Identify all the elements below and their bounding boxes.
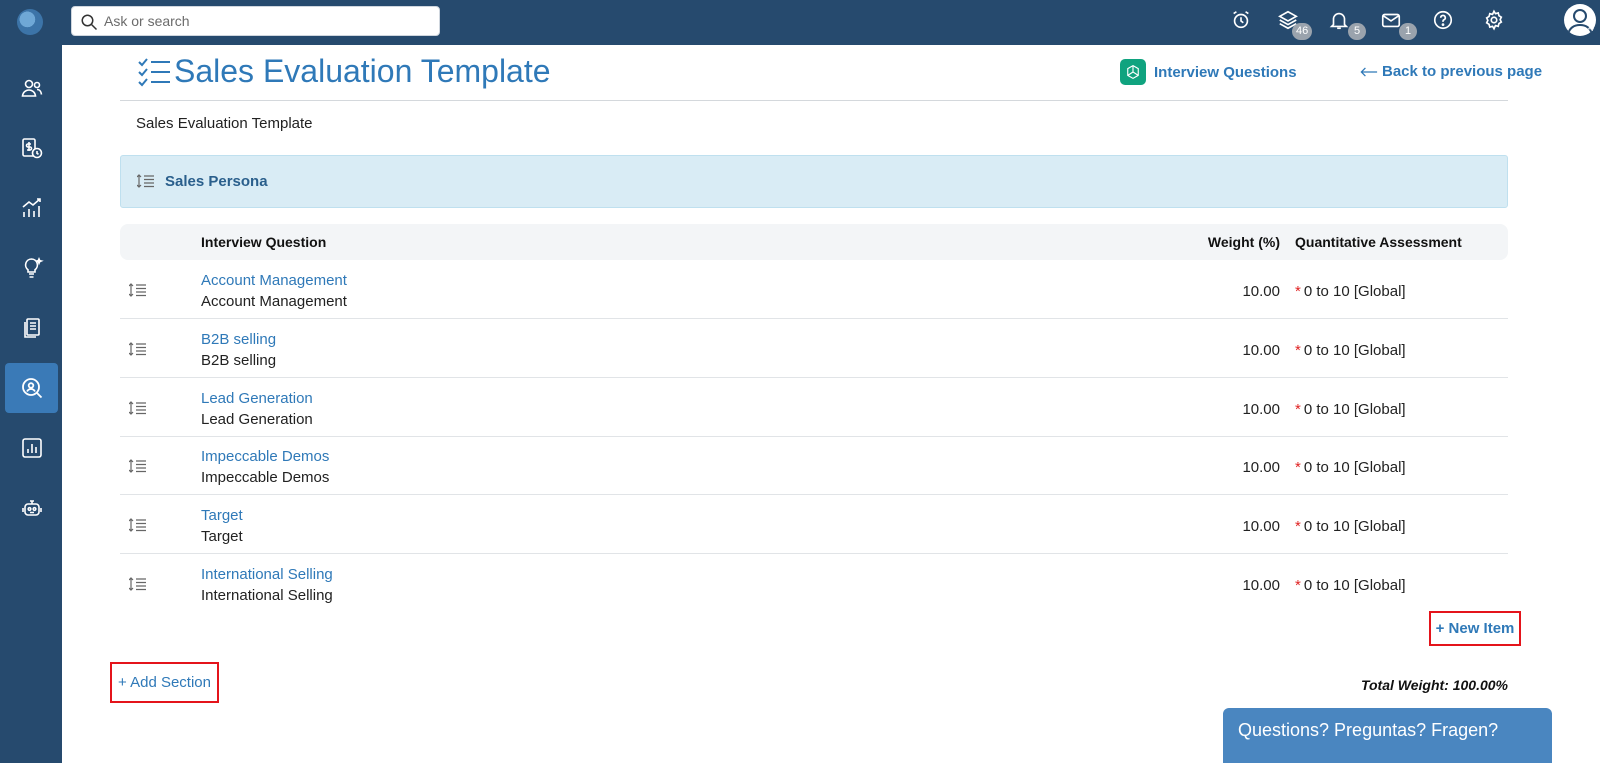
drag-handle-icon[interactable] bbox=[128, 459, 147, 478]
drag-handle-icon[interactable] bbox=[128, 401, 147, 420]
assessment-scale: 0 to 10 [Global] bbox=[1303, 342, 1406, 359]
assessment-scale: 0 to 10 [Global] bbox=[1303, 459, 1406, 476]
checklist-icon bbox=[138, 58, 170, 87]
sidebar-item-reports[interactable] bbox=[5, 423, 58, 473]
main-content: Sales Evaluation Template Interview Ques… bbox=[62, 45, 1600, 763]
back-to-previous-page-link[interactable]: Back to previous page bbox=[1360, 63, 1542, 80]
question-assessment: * 0 to 10 [Global] bbox=[1295, 283, 1406, 300]
assessment-scale: 0 to 10 [Global] bbox=[1303, 577, 1406, 594]
bar-chart-trend-icon bbox=[21, 198, 41, 217]
question-title-link[interactable]: Account Management bbox=[201, 272, 347, 289]
search-input[interactable] bbox=[104, 9, 424, 33]
drag-handle-icon[interactable] bbox=[136, 174, 155, 193]
layers-count-badge: 46 bbox=[1292, 23, 1313, 40]
question-title-link[interactable]: Target bbox=[201, 507, 243, 524]
drag-handle-icon[interactable] bbox=[128, 577, 147, 596]
sidebar-item-ideas[interactable] bbox=[5, 243, 58, 293]
section-name: Sales Persona bbox=[165, 173, 268, 190]
arrow-left-icon bbox=[1360, 67, 1378, 76]
table-row: Account Management Account Management 10… bbox=[120, 260, 1508, 319]
app-logo[interactable] bbox=[17, 9, 43, 35]
drag-handle-icon[interactable] bbox=[128, 342, 147, 361]
avatar-badge: 4 bbox=[1588, 22, 1595, 34]
openai-icon bbox=[1120, 59, 1146, 85]
required-marker: * bbox=[1295, 283, 1301, 300]
question-title-link[interactable]: International Selling bbox=[201, 566, 333, 583]
required-marker: * bbox=[1295, 459, 1301, 476]
question-description: International Selling bbox=[201, 587, 333, 604]
page-title: Sales Evaluation Template bbox=[174, 53, 551, 89]
column-header-assessment: Quantitative Assessment bbox=[1295, 234, 1462, 250]
search-icon bbox=[81, 14, 98, 31]
question-weight: 10.00 bbox=[1242, 401, 1280, 418]
sidebar-item-analytics[interactable] bbox=[5, 183, 58, 233]
table-row: Target Target 10.00 * 0 to 10 [Global] bbox=[120, 495, 1508, 554]
question-description: Impeccable Demos bbox=[201, 469, 330, 486]
alarm-clock-icon[interactable] bbox=[1230, 9, 1256, 35]
report-chart-icon bbox=[21, 438, 42, 458]
back-label: Back to previous page bbox=[1382, 63, 1543, 80]
question-description: Lead Generation bbox=[201, 411, 313, 428]
question-weight: 10.00 bbox=[1242, 518, 1280, 535]
assessment-scale: 0 to 10 [Global] bbox=[1303, 401, 1406, 418]
search-box[interactable] bbox=[71, 6, 440, 36]
new-item-button[interactable]: + New Item bbox=[1429, 611, 1521, 646]
template-subtitle: Sales Evaluation Template bbox=[136, 115, 313, 132]
settings-gear-icon[interactable] bbox=[1483, 9, 1509, 35]
notifications-count-badge: 5 bbox=[1348, 23, 1366, 40]
table-row: Impeccable Demos Impeccable Demos 10.00 … bbox=[120, 436, 1508, 495]
question-assessment: * 0 to 10 [Global] bbox=[1295, 342, 1406, 359]
person-search-icon bbox=[21, 378, 42, 399]
sidebar-item-assistant[interactable] bbox=[5, 483, 58, 533]
interview-questions-label: Interview Questions bbox=[1154, 63, 1297, 81]
question-title-link[interactable]: Lead Generation bbox=[201, 390, 313, 407]
sidebar-item-people[interactable] bbox=[5, 63, 58, 113]
column-header-question: Interview Question bbox=[201, 234, 327, 250]
robot-icon bbox=[21, 500, 42, 516]
question-assessment: * 0 to 10 [Global] bbox=[1295, 459, 1406, 476]
table-header: Interview Question Weight (%) Quantitati… bbox=[120, 224, 1508, 260]
mail-count-badge: 1 bbox=[1399, 23, 1417, 40]
documents-icon bbox=[23, 318, 40, 338]
help-chat-tab[interactable]: Questions? Preguntas? Fragen? bbox=[1223, 708, 1552, 763]
interview-questions-link[interactable]: Interview Questions bbox=[1120, 59, 1297, 85]
question-description: Target bbox=[201, 528, 243, 545]
top-bar: 46 5 1 4 bbox=[0, 0, 1600, 45]
sidebar-item-documents[interactable] bbox=[5, 303, 58, 353]
drag-handle-icon[interactable] bbox=[128, 283, 147, 302]
help-icon[interactable] bbox=[1432, 9, 1458, 35]
section-header[interactable]: Sales Persona bbox=[120, 155, 1508, 208]
required-marker: * bbox=[1295, 342, 1301, 359]
lightbulb-icon bbox=[24, 257, 44, 278]
question-weight: 10.00 bbox=[1242, 283, 1280, 300]
money-clock-icon bbox=[21, 138, 42, 159]
question-weight: 10.00 bbox=[1242, 342, 1280, 359]
drag-handle-icon[interactable] bbox=[128, 518, 147, 537]
table-row: Lead Generation Lead Generation 10.00 * 0… bbox=[120, 378, 1508, 437]
question-assessment: * 0 to 10 [Global] bbox=[1295, 577, 1406, 594]
column-header-weight: Weight (%) bbox=[1207, 234, 1280, 250]
assessment-scale: 0 to 10 [Global] bbox=[1303, 518, 1406, 535]
sidebar-item-interviews[interactable] bbox=[5, 363, 58, 413]
question-assessment: * 0 to 10 [Global] bbox=[1295, 401, 1406, 418]
total-weight: Total Weight: 100.00% bbox=[1360, 677, 1508, 693]
question-title-link[interactable]: Impeccable Demos bbox=[201, 448, 329, 465]
question-title-link[interactable]: B2B selling bbox=[201, 331, 276, 348]
question-assessment: * 0 to 10 [Global] bbox=[1295, 518, 1406, 535]
table-row: International Selling International Sell… bbox=[120, 554, 1508, 613]
people-icon bbox=[21, 79, 42, 97]
required-marker: * bbox=[1295, 401, 1301, 418]
sidebar-item-payroll[interactable] bbox=[5, 123, 58, 173]
question-weight: 10.00 bbox=[1242, 459, 1280, 476]
question-description: B2B selling bbox=[201, 352, 277, 369]
question-description: Account Management bbox=[201, 293, 347, 310]
required-marker: * bbox=[1295, 577, 1301, 594]
add-section-button[interactable]: + Add Section bbox=[110, 662, 219, 703]
required-marker: * bbox=[1295, 518, 1301, 535]
question-weight: 10.00 bbox=[1242, 577, 1280, 594]
table-row: B2B selling B2B selling 10.00 * 0 to 10 [… bbox=[120, 319, 1508, 378]
sidebar bbox=[0, 45, 62, 763]
header-divider bbox=[120, 100, 1508, 101]
assessment-scale: 0 to 10 [Global] bbox=[1303, 283, 1406, 300]
